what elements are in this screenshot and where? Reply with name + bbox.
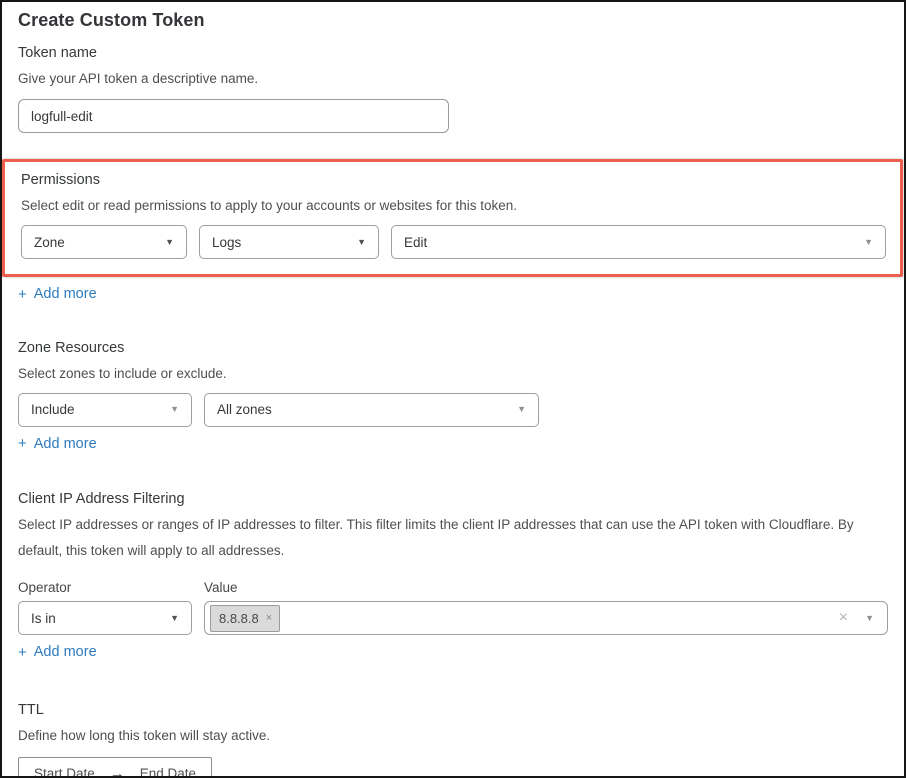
permission-scope-select[interactable]: Zone ▼: [21, 225, 187, 259]
client-ip-add-more-link[interactable]: + Add more: [18, 644, 97, 660]
permission-category-value: Logs: [212, 235, 241, 250]
ip-tag-chip: 8.8.8.8 ×: [210, 605, 280, 632]
permissions-add-more-link[interactable]: + Add more: [18, 286, 97, 302]
ttl-date-range-picker[interactable]: Start Date → End Date: [18, 757, 212, 778]
ttl-section: TTL Define how long this token will stay…: [2, 702, 904, 778]
ip-value-combobox[interactable]: 8.8.8.8 × × ▼: [204, 601, 888, 635]
zone-resources-row: Include ▼ All zones ▼: [18, 393, 888, 427]
chevron-down-icon[interactable]: ▼: [865, 614, 874, 623]
ttl-label: TTL: [18, 702, 888, 718]
chevron-down-icon: ▼: [357, 238, 366, 247]
permissions-row: Zone ▼ Logs ▼ Edit ▼: [21, 225, 886, 259]
arrow-right-icon: →: [110, 765, 125, 778]
add-more-label: Add more: [34, 436, 97, 452]
chevron-down-icon: ▼: [165, 238, 174, 247]
clear-icon[interactable]: ×: [839, 610, 848, 626]
value-column-label: Value: [204, 580, 238, 595]
chip-remove-icon[interactable]: ×: [266, 613, 272, 624]
client-ip-filtering-section: Client IP Address Filtering Select IP ad…: [2, 491, 904, 662]
add-more-label: Add more: [34, 286, 97, 302]
permission-access-select[interactable]: Edit ▼: [391, 225, 886, 259]
permissions-label: Permissions: [21, 172, 873, 188]
ip-operator-value: Is in: [31, 611, 56, 626]
zone-include-exclude-value: Include: [31, 402, 75, 417]
permissions-description: Select edit or read permissions to apply…: [21, 193, 873, 219]
token-name-label: Token name: [18, 45, 888, 61]
permission-scope-value: Zone: [34, 235, 65, 250]
end-date-label[interactable]: End Date: [140, 766, 196, 778]
ip-tag-label: 8.8.8.8: [219, 611, 259, 626]
plus-icon: +: [18, 287, 27, 302]
token-name-section: Token name Give your API token a descrip…: [2, 45, 904, 133]
client-ip-row: Is in ▼ 8.8.8.8 × × ▼: [18, 601, 888, 635]
chevron-down-icon: ▼: [517, 405, 526, 414]
plus-icon: +: [18, 436, 27, 451]
permission-category-select[interactable]: Logs ▼: [199, 225, 379, 259]
zone-selection-select[interactable]: All zones ▼: [204, 393, 539, 427]
combo-icons: × ▼: [839, 610, 874, 626]
add-more-label: Add more: [34, 644, 97, 660]
zone-resources-description: Select zones to include or exclude.: [18, 361, 878, 387]
token-name-input[interactable]: [18, 99, 449, 133]
create-custom-token-page: Create Custom Token Token name Give your…: [0, 0, 906, 778]
client-ip-label: Client IP Address Filtering: [18, 491, 888, 507]
zone-resources-label: Zone Resources: [18, 340, 888, 356]
permissions-highlight-box: Permissions Select edit or read permissi…: [2, 159, 903, 277]
page-title: Create Custom Token: [18, 10, 888, 31]
client-ip-column-labels: Operator Value: [18, 580, 888, 595]
plus-icon: +: [18, 645, 27, 660]
permission-access-value: Edit: [404, 235, 427, 250]
permissions-section: Permissions Select edit or read permissi…: [2, 159, 904, 304]
operator-column-label: Operator: [18, 580, 204, 595]
ip-operator-select[interactable]: Is in ▼: [18, 601, 192, 635]
ttl-description: Define how long this token will stay act…: [18, 723, 878, 749]
zone-include-exclude-select[interactable]: Include ▼: [18, 393, 192, 427]
start-date-label[interactable]: Start Date: [34, 766, 95, 778]
chevron-down-icon: ▼: [864, 238, 873, 247]
zone-resources-section: Zone Resources Select zones to include o…: [2, 340, 904, 454]
zone-resources-add-more-link[interactable]: + Add more: [18, 436, 97, 452]
token-name-description: Give your API token a descriptive name.: [18, 66, 878, 92]
chevron-down-icon: ▼: [170, 405, 179, 414]
chevron-down-icon: ▼: [170, 614, 179, 623]
client-ip-description: Select IP addresses or ranges of IP addr…: [18, 512, 878, 564]
zone-selection-value: All zones: [217, 402, 272, 417]
